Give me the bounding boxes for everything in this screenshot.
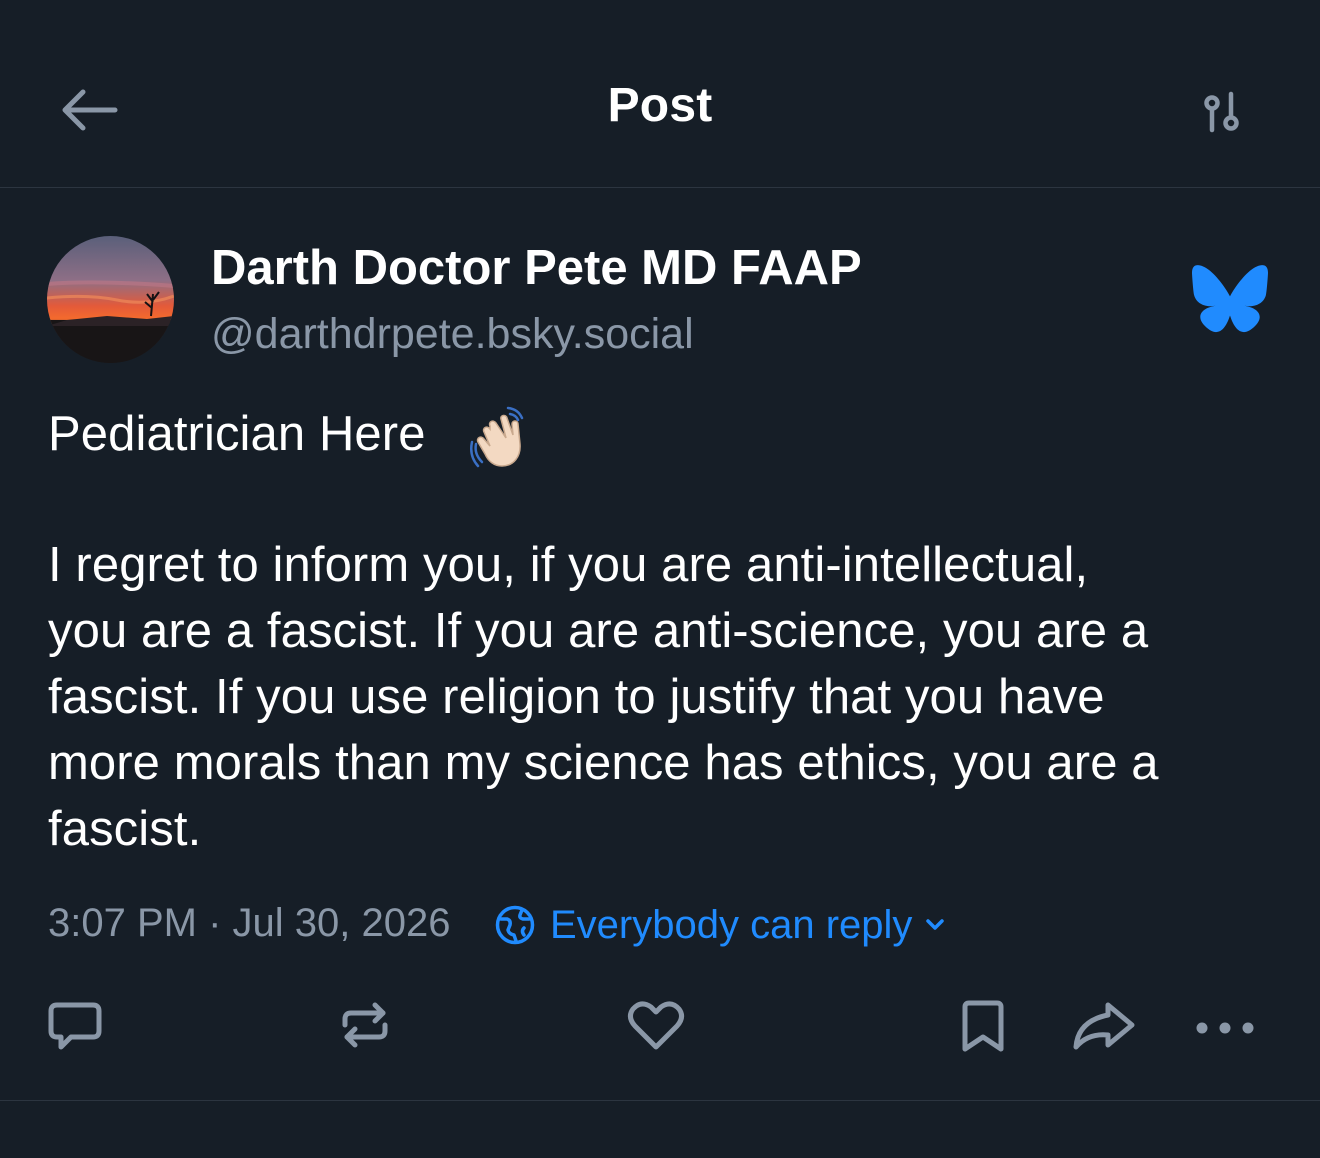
waving-hand-emoji — [470, 406, 524, 468]
comment-icon — [48, 1002, 102, 1050]
reply-button[interactable] — [40, 990, 110, 1060]
thread-settings-button[interactable] — [1192, 82, 1254, 144]
reply-settings-button[interactable]: Everybody can reply — [494, 898, 950, 952]
post-text-line: more morals than my science has ethics, … — [48, 736, 1159, 790]
post-actions — [0, 990, 1320, 1060]
repost-button[interactable] — [330, 990, 400, 1060]
globe-icon — [495, 905, 535, 945]
bluesky-butterfly-icon — [1192, 265, 1268, 333]
avatar[interactable] — [47, 236, 174, 363]
bookmark-button[interactable] — [948, 990, 1018, 1060]
post-timestamp: 3:07 PM · Jul 30, 2026 — [48, 901, 451, 945]
chevron-down-icon — [926, 919, 945, 930]
post-text-line: you are a fascist. If you are anti-scien… — [48, 604, 1149, 658]
avatar-image — [47, 236, 174, 363]
post-text-line: fascist. — [48, 802, 202, 856]
share-icon — [1073, 1002, 1135, 1050]
heart-icon — [627, 1001, 685, 1050]
reply-settings-label: Everybody can reply — [550, 902, 913, 947]
page-title: Post — [607, 79, 713, 132]
more-options-button[interactable] — [1188, 990, 1258, 1060]
post-text-line: Pediatrician Here — [48, 407, 426, 461]
sliders-icon — [1204, 91, 1239, 133]
repost-icon — [342, 1002, 388, 1048]
like-button[interactable] — [621, 990, 691, 1060]
share-button[interactable] — [1068, 990, 1138, 1060]
bookmark-icon — [962, 1000, 1004, 1052]
post-text-line: I regret to inform you, if you are anti-… — [48, 538, 1089, 592]
post-text-line: fascist. If you use religion to justify … — [48, 670, 1105, 724]
author-display-name[interactable]: Darth Doctor Pete MD FAAP — [211, 240, 862, 296]
top-bar: Post — [0, 0, 1320, 188]
divider — [0, 1100, 1320, 1101]
more-icon — [1196, 1022, 1254, 1034]
author-handle[interactable]: @darthdrpete.bsky.social — [211, 310, 694, 359]
